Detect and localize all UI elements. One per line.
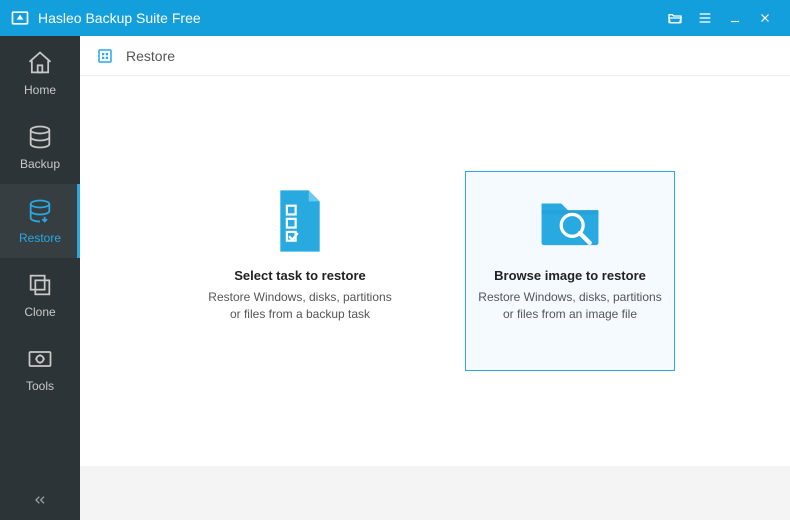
task-list-icon: [265, 186, 335, 256]
app-logo-icon: [10, 8, 30, 28]
sidebar-item-label: Clone: [24, 305, 55, 319]
card-title: Select task to restore: [234, 268, 366, 283]
open-folder-button[interactable]: [660, 0, 690, 36]
sidebar-item-label: Home: [24, 83, 56, 97]
sidebar: Home Backup Restore Clone: [0, 36, 80, 520]
sidebar-item-restore[interactable]: Restore: [0, 184, 80, 258]
sidebar-item-label: Restore: [19, 231, 61, 245]
card-desc: Restore Windows, disks, partitions or fi…: [206, 289, 394, 324]
card-title: Browse image to restore: [494, 268, 646, 283]
menu-button[interactable]: [690, 0, 720, 36]
minimize-button[interactable]: [720, 0, 750, 36]
card-select-task[interactable]: Select task to restore Restore Windows, …: [195, 171, 405, 371]
app-title: Hasleo Backup Suite Free: [38, 10, 201, 26]
sidebar-item-tools[interactable]: Tools: [0, 332, 80, 406]
sidebar-item-label: Tools: [26, 379, 54, 393]
chevron-double-left-icon: [32, 492, 48, 508]
restore-icon: [25, 197, 55, 225]
restore-header-icon: [96, 47, 114, 65]
sidebar-item-clone[interactable]: Clone: [0, 258, 80, 332]
close-button[interactable]: [750, 0, 780, 36]
folder-search-icon: [535, 186, 605, 256]
content: Select task to restore Restore Windows, …: [80, 76, 790, 466]
titlebar: Hasleo Backup Suite Free: [0, 0, 790, 36]
sidebar-item-label: Backup: [20, 157, 60, 171]
page-header: Restore: [80, 36, 790, 76]
sidebar-item-home[interactable]: Home: [0, 36, 80, 110]
sidebar-collapse-button[interactable]: [0, 480, 80, 520]
tools-icon: [25, 345, 55, 373]
card-desc: Restore Windows, disks, partitions or fi…: [476, 289, 664, 324]
card-browse-image[interactable]: Browse image to restore Restore Windows,…: [465, 171, 675, 371]
page-title: Restore: [126, 48, 175, 64]
backup-icon: [25, 123, 55, 151]
main: Restore Select task to resto: [80, 36, 790, 520]
app-window: Hasleo Backup Suite Free: [0, 0, 790, 520]
home-icon: [25, 49, 55, 77]
clone-icon: [25, 271, 55, 299]
footer: [80, 466, 790, 520]
sidebar-item-backup[interactable]: Backup: [0, 110, 80, 184]
body: Home Backup Restore Clone: [0, 36, 790, 520]
